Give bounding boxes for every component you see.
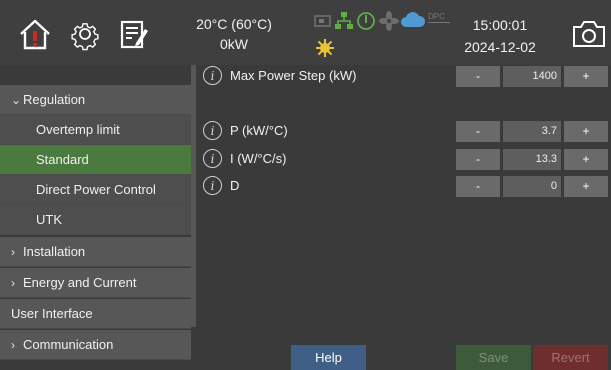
decrement-button[interactable]: -: [456, 121, 500, 142]
decrement-button[interactable]: -: [456, 176, 500, 197]
chevron-right-icon: ›: [11, 245, 15, 259]
info-icon[interactable]: i: [203, 176, 222, 195]
param-row-p: i P (kW/°C) - 3.7 +: [196, 121, 611, 143]
decrement-button[interactable]: -: [456, 149, 500, 170]
menu-item-label: User Interface: [11, 306, 93, 321]
time-value: 15:00:01: [472, 17, 528, 33]
save-button[interactable]: Save: [456, 345, 531, 370]
menu-item-label: Communication: [23, 337, 114, 352]
revert-button[interactable]: Revert: [533, 345, 608, 370]
param-label: I (W/°C/s): [230, 151, 287, 166]
menu-item-overtemp-limit[interactable]: Overtemp limit: [0, 115, 191, 145]
settings-gear-icon[interactable]: [68, 17, 102, 51]
fan-icon: [379, 11, 399, 36]
increment-button[interactable]: +: [564, 121, 608, 142]
dpc-label: DPC: [428, 12, 445, 21]
camera-icon[interactable]: [572, 19, 606, 53]
param-label: Max Power Step (kW): [230, 68, 357, 83]
date-value: 2024-12-02: [464, 39, 536, 55]
param-row-d: i D - 0 +: [196, 176, 611, 198]
menu-item-label: Overtemp limit: [36, 122, 120, 137]
cloud-icon: [400, 12, 426, 33]
chevron-right-icon: ›: [11, 276, 15, 290]
menu-item-label: UTK: [36, 212, 62, 227]
dpc-icon: DPC: [428, 12, 450, 23]
menu-item-installation[interactable]: › Installation: [0, 237, 191, 267]
chevron-right-icon: ›: [11, 338, 15, 352]
param-value[interactable]: 13.3: [503, 149, 561, 170]
menu-item-label: Energy and Current: [23, 275, 137, 290]
param-value[interactable]: 0: [503, 176, 561, 197]
param-label: P (kW/°C): [230, 123, 288, 138]
temperature-readout: 20°C (60°C) 0kW: [184, 14, 284, 54]
menu-item-label: Regulation: [23, 92, 86, 107]
menu-item-utk[interactable]: UTK: [0, 205, 191, 235]
info-icon[interactable]: i: [203, 66, 222, 85]
clock: 15:00:01 2024-12-02: [460, 14, 540, 58]
menu-item-communication[interactable]: › Communication: [0, 330, 191, 360]
network-icon: [334, 11, 354, 36]
menu-item-energy-and-current[interactable]: › Energy and Current: [0, 268, 191, 298]
menu-item-label: Installation: [23, 244, 86, 259]
param-row-max-power-step: i Max Power Step (kW) - 1400 +: [196, 66, 611, 88]
home-alert-icon[interactable]: [18, 17, 52, 51]
param-value[interactable]: 1400: [503, 66, 561, 87]
menu-item-label: Standard: [36, 152, 89, 167]
info-icon[interactable]: i: [203, 149, 222, 168]
param-row-i: i I (W/°C/s) - 13.3 +: [196, 149, 611, 171]
settings-menu: ⌄ Regulation Overtemp limit Standard Dire…: [0, 65, 196, 370]
plug-icon: [314, 13, 332, 34]
menu-item-regulation[interactable]: ⌄ Regulation: [0, 85, 191, 115]
chevron-down-icon: ⌄: [11, 93, 22, 107]
power-icon: [356, 11, 376, 36]
increment-button[interactable]: +: [564, 149, 608, 170]
top-bar: 20°C (60°C) 0kW DPC 15:00:01 2024-12-02: [0, 0, 611, 65]
menu-item-direct-power-control[interactable]: Direct Power Control: [0, 175, 191, 205]
increment-button[interactable]: +: [564, 176, 608, 197]
param-label: D: [230, 178, 240, 193]
info-icon[interactable]: i: [203, 121, 222, 140]
param-value[interactable]: 3.7: [503, 121, 561, 142]
menu-item-standard[interactable]: Standard: [0, 145, 191, 175]
increment-button[interactable]: +: [564, 66, 608, 87]
notepad-icon[interactable]: [116, 17, 150, 51]
menu-item-label: Direct Power Control: [36, 182, 156, 197]
menu-item-user-interface[interactable]: User Interface: [0, 299, 191, 329]
sun-icon: [315, 38, 335, 63]
power-value: 0kW: [220, 36, 248, 52]
temperature-value: 20°C (60°C): [196, 16, 272, 32]
help-button[interactable]: Help: [291, 345, 366, 370]
decrement-button[interactable]: -: [456, 66, 500, 87]
